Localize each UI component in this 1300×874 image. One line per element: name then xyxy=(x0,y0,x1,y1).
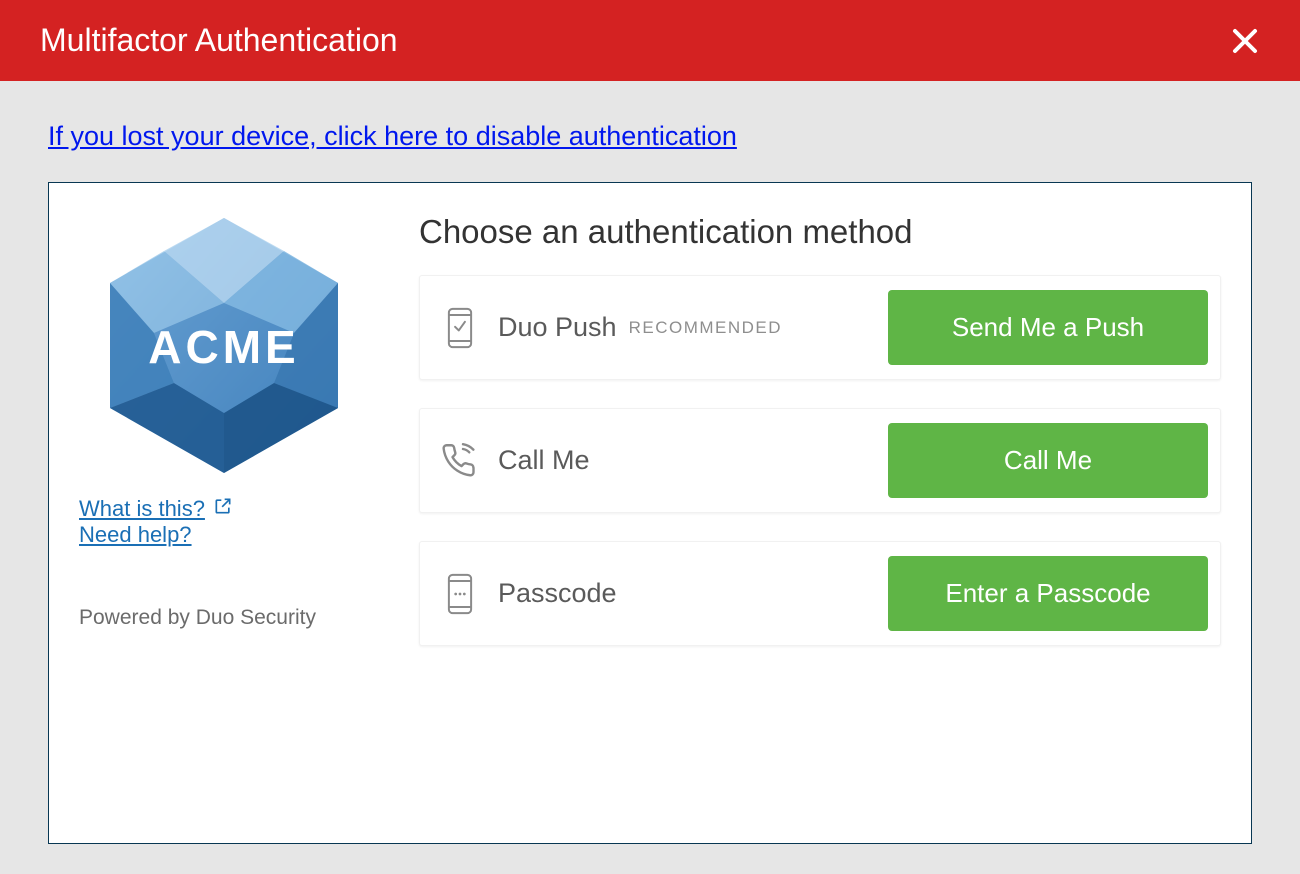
modal-body: If you lost your device, click here to d… xyxy=(0,81,1300,844)
method-passcode: Passcode Enter a Passcode xyxy=(419,541,1221,646)
phone-push-icon xyxy=(442,308,478,348)
method-label: Duo Push xyxy=(498,312,617,343)
duo-sidebar: ACME What is this? xyxy=(49,183,389,843)
logo-text: ACME xyxy=(148,321,299,373)
phone-passcode-icon xyxy=(442,574,478,614)
duo-frame: ACME What is this? xyxy=(48,182,1252,844)
modal-header: Multifactor Authentication xyxy=(0,0,1300,81)
help-links: What is this? Need help? xyxy=(79,496,369,548)
method-label: Passcode xyxy=(498,578,617,609)
mfa-modal: Multifactor Authentication If you lost y… xyxy=(0,0,1300,844)
brand-logo: ACME xyxy=(79,213,369,478)
powered-by-label: Powered by Duo Security xyxy=(79,606,369,630)
need-help-link[interactable]: Need help? xyxy=(79,522,192,548)
recommended-badge: RECOMMENDED xyxy=(629,318,782,338)
phone-call-icon xyxy=(442,441,478,481)
need-help-label: Need help? xyxy=(79,522,192,548)
modal-title: Multifactor Authentication xyxy=(40,22,398,59)
call-me-button[interactable]: Call Me xyxy=(888,423,1208,498)
enter-passcode-button[interactable]: Enter a Passcode xyxy=(888,556,1208,631)
method-call-me: Call Me Call Me xyxy=(419,408,1221,513)
method-label: Call Me xyxy=(498,445,590,476)
duo-main: Choose an authentication method Duo Push… xyxy=(389,183,1251,843)
close-icon[interactable] xyxy=(1230,26,1260,56)
what-is-this-link[interactable]: What is this? xyxy=(79,496,233,522)
external-link-icon xyxy=(213,496,233,522)
lost-device-link[interactable]: If you lost your device, click here to d… xyxy=(48,121,737,152)
auth-prompt: Choose an authentication method xyxy=(419,213,1221,251)
send-push-button[interactable]: Send Me a Push xyxy=(888,290,1208,365)
method-duo-push: Duo Push RECOMMENDED Send Me a Push xyxy=(419,275,1221,380)
what-is-this-label: What is this? xyxy=(79,496,205,522)
